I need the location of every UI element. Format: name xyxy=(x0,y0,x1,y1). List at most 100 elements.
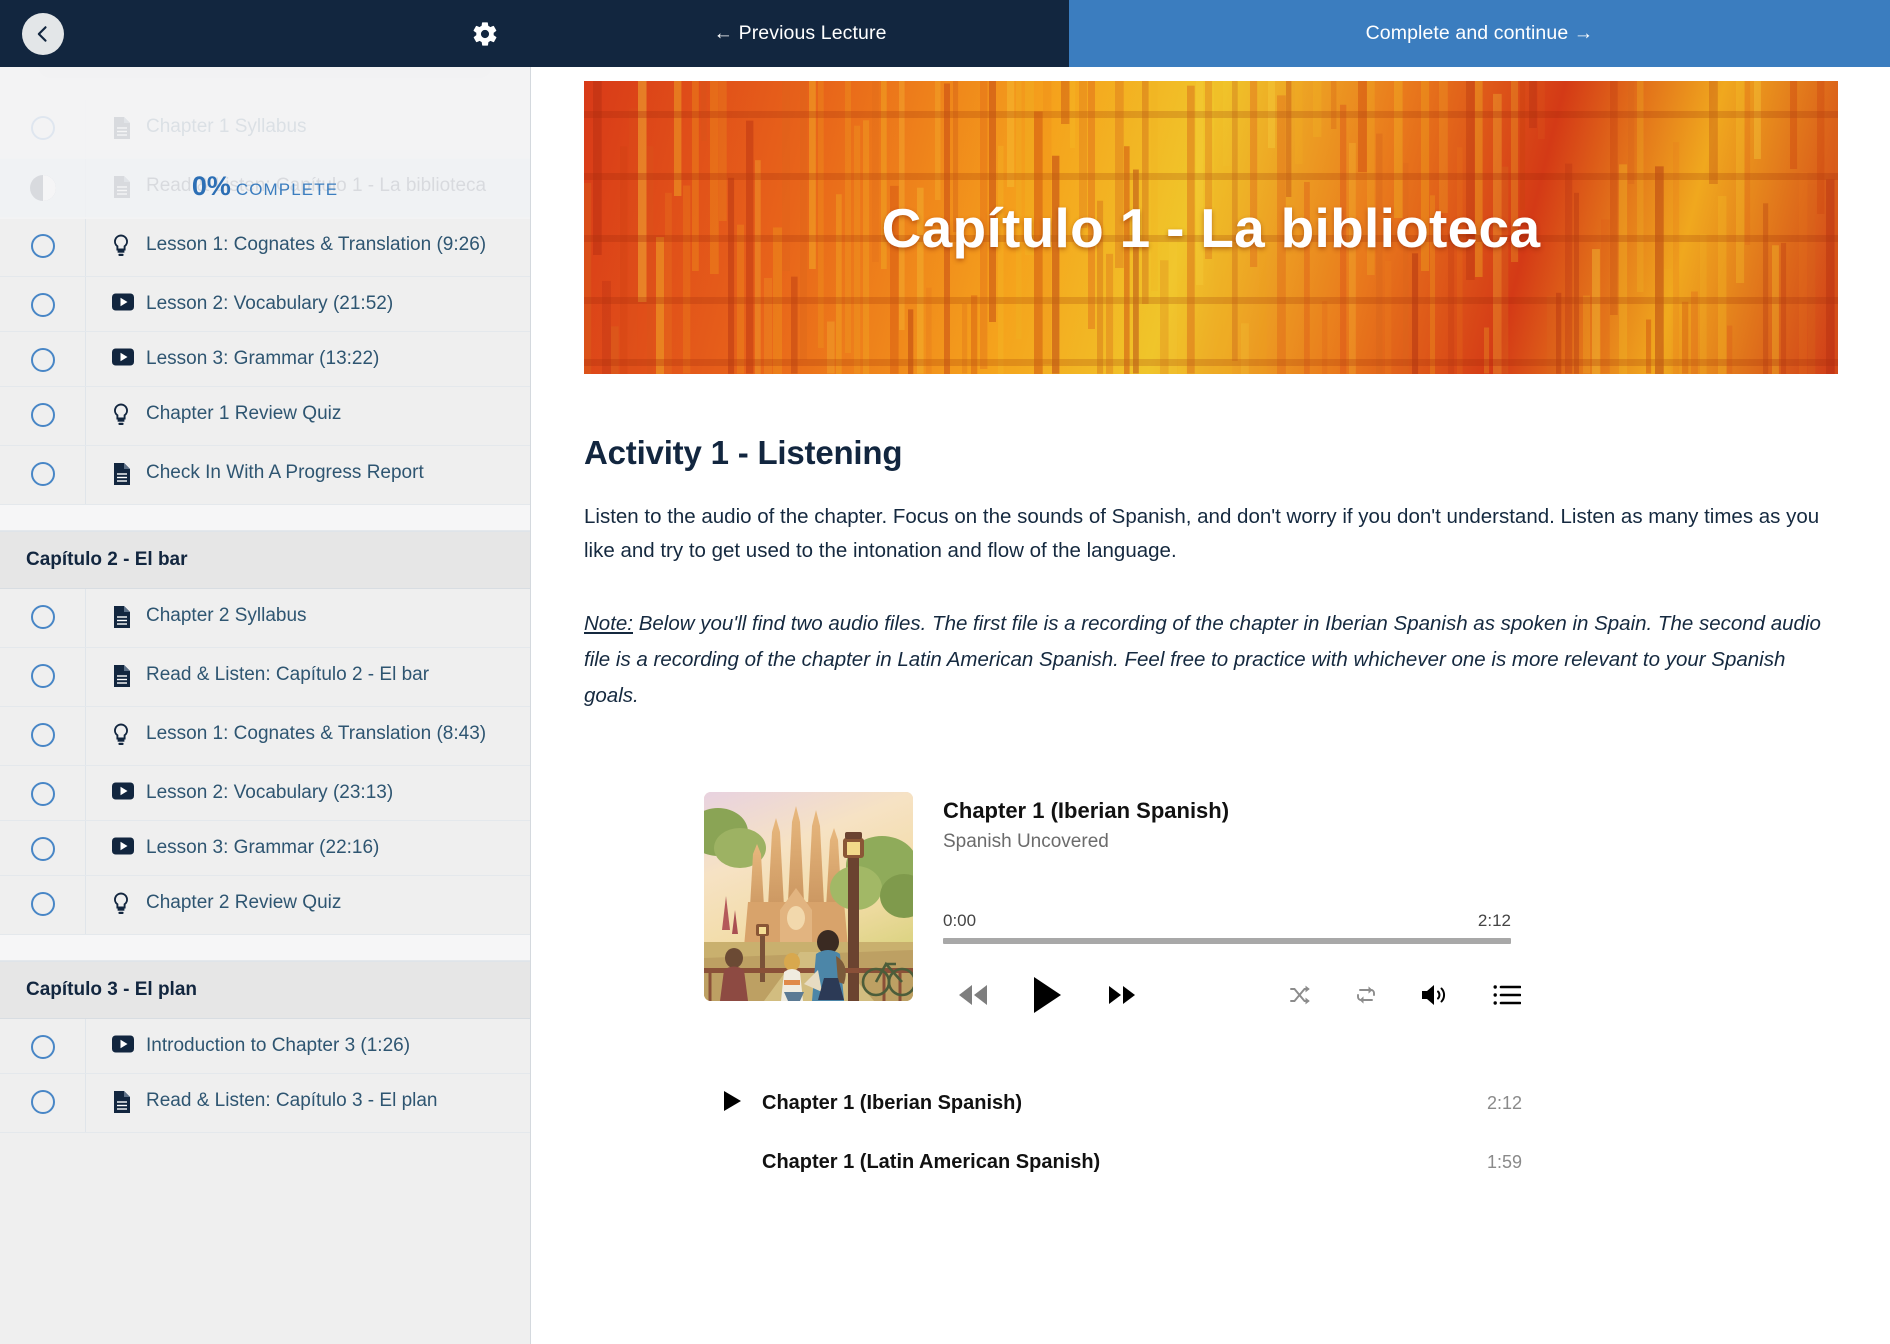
repeat-button[interactable] xyxy=(1353,983,1379,1007)
activity-note: Note: Below you'll find two audio files.… xyxy=(584,606,1838,714)
lightbulb-icon-wrap xyxy=(112,231,134,263)
previous-lecture-button[interactable]: ← Previous Lecture xyxy=(531,0,1069,67)
gear-icon[interactable] xyxy=(471,20,499,48)
sidebar-lecture-label: Read & Listen: Capítulo 1 - La bibliotec… xyxy=(146,172,486,204)
video-icon xyxy=(112,293,134,311)
top-navigation-bar: ← Previous Lecture Complete and continue… xyxy=(0,0,1890,67)
rewind-button[interactable] xyxy=(957,982,989,1008)
sidebar-lecture-item[interactable]: Lesson 2: Vocabulary (23:13) xyxy=(0,766,530,821)
sidebar-lecture-item[interactable]: Check In With A Progress Report xyxy=(0,446,530,505)
video-icon-wrap xyxy=(112,779,134,807)
lecture-status-toggle[interactable] xyxy=(0,766,86,820)
video-icon xyxy=(112,837,134,855)
sidebar-lecture-item[interactable]: Chapter 2 Review Quiz xyxy=(0,876,530,935)
sidebar-lecture-label: Lesson 2: Vocabulary (21:52) xyxy=(146,290,393,318)
sidebar-lecture-item[interactable]: Lesson 3: Grammar (22:16) xyxy=(0,821,530,876)
sidebar-lecture-label: Chapter 1 Review Quiz xyxy=(146,400,341,432)
volume-button[interactable] xyxy=(1420,982,1450,1008)
sidebar-lecture-item[interactable]: Chapter 1 Syllabus xyxy=(0,100,530,159)
document-icon xyxy=(112,664,132,688)
sidebar-lecture-item[interactable]: Introduction to Chapter 3 (1:26) xyxy=(0,1019,530,1074)
document-icon xyxy=(112,116,132,140)
sidebar-lecture-item[interactable]: Lesson 1: Cognates & Translation (9:26) xyxy=(0,218,530,277)
course-curriculum-sidebar[interactable]: Capítulo 1 - La bibliotecaChapter 1 Syll… xyxy=(0,67,531,1344)
player-artist: Spanish Uncovered xyxy=(943,831,1563,853)
sidebar-lecture-label: Lesson 3: Grammar (22:16) xyxy=(146,834,379,862)
lightbulb-icon xyxy=(112,892,130,916)
play-icon xyxy=(1032,976,1062,1014)
lecture-status-toggle[interactable] xyxy=(0,277,86,331)
incomplete-circle-icon xyxy=(31,837,55,861)
course-progress-bar xyxy=(0,67,530,100)
video-icon xyxy=(112,782,134,800)
sidebar-lecture-item[interactable]: Lesson 2: Vocabulary (21:52) xyxy=(0,277,530,332)
playlist-button[interactable] xyxy=(1493,984,1521,1006)
lecture-status-toggle[interactable] xyxy=(0,876,86,934)
sidebar-lecture-item[interactable]: Lesson 1: Cognates & Translation (8:43) xyxy=(0,707,530,766)
complete-and-continue-label: Complete and continue → xyxy=(1366,22,1594,45)
sidebar-lecture-item[interactable]: Read & Listen: Capítulo 1 - La bibliotec… xyxy=(0,159,530,218)
document-icon-wrap xyxy=(112,459,134,491)
sidebar-lecture-item[interactable]: Chapter 1 Review Quiz xyxy=(0,387,530,446)
track-name: Chapter 1 (Latin American Spanish) xyxy=(762,1151,1487,1174)
lightbulb-icon-wrap xyxy=(112,889,134,921)
shuffle-icon xyxy=(1287,983,1313,1007)
player-track-title: Chapter 1 (Iberian Spanish) xyxy=(943,798,1563,824)
lecture-status-toggle[interactable] xyxy=(0,821,86,875)
lecture-status-toggle[interactable] xyxy=(0,100,86,158)
audio-player: Chapter 1 (Iberian Spanish) Spanish Unco… xyxy=(704,792,1890,1014)
lecture-status-toggle[interactable] xyxy=(0,648,86,706)
incomplete-circle-icon xyxy=(31,723,55,747)
sidebar-scroll-area: Capítulo 1 - La bibliotecaChapter 1 Syll… xyxy=(0,67,530,1133)
repeat-icon xyxy=(1353,983,1379,1007)
track-play-indicator[interactable] xyxy=(722,1089,762,1118)
lecture-status-toggle[interactable] xyxy=(0,707,86,765)
lecture-status-toggle[interactable] xyxy=(0,159,86,217)
complete-and-continue-button[interactable]: Complete and continue → xyxy=(1069,0,1890,67)
sidebar-lecture-item[interactable]: Lesson 3: Grammar (13:22) xyxy=(0,332,530,387)
track-list-item[interactable]: Chapter 1 (Latin American Spanish)1:59 xyxy=(722,1133,1522,1192)
lightbulb-icon xyxy=(112,723,130,747)
lecture-status-toggle[interactable] xyxy=(0,387,86,445)
sidebar-lecture-item[interactable]: Read & Listen: Capítulo 3 - El plan xyxy=(0,1074,530,1133)
lecture-status-toggle[interactable] xyxy=(0,1074,86,1132)
lecture-status-toggle[interactable] xyxy=(0,589,86,647)
lecture-status-toggle[interactable] xyxy=(0,446,86,504)
track-list-item[interactable]: Chapter 1 (Iberian Spanish)2:12 xyxy=(722,1074,1522,1133)
sidebar-lecture-label: Read & Listen: Capítulo 2 - El bar xyxy=(146,661,429,693)
lecture-status-toggle[interactable] xyxy=(0,1019,86,1073)
fast-forward-button[interactable] xyxy=(1107,982,1139,1008)
volume-icon xyxy=(1420,982,1450,1008)
progress-half-icon xyxy=(30,175,56,201)
lightbulb-icon xyxy=(112,403,130,427)
album-artwork xyxy=(704,792,913,1001)
video-icon xyxy=(112,348,134,366)
track-duration: 1:59 xyxy=(1487,1152,1522,1173)
document-icon-wrap xyxy=(112,661,134,693)
sidebar-lecture-label: Lesson 1: Cognates & Translation (9:26) xyxy=(146,231,486,263)
sidebar-lecture-label: Chapter 1 Syllabus xyxy=(146,113,307,145)
sidebar-section-gap xyxy=(0,505,530,531)
back-button[interactable] xyxy=(22,13,64,55)
lecture-body: Activity 1 - Listening Listen to the aud… xyxy=(532,374,1890,714)
sidebar-lecture-item[interactable]: Chapter 2 Syllabus xyxy=(0,589,530,648)
sidebar-lecture-label: Check In With A Progress Report xyxy=(146,459,424,491)
document-icon xyxy=(112,1090,132,1114)
sidebar-lecture-label: Introduction to Chapter 3 (1:26) xyxy=(146,1032,410,1060)
sidebar-lecture-label: Lesson 1: Cognates & Translation (8:43) xyxy=(146,720,486,752)
sidebar-section-header: Capítulo 2 - El bar xyxy=(0,531,530,589)
video-icon-wrap xyxy=(112,1032,134,1060)
seek-bar[interactable] xyxy=(943,938,1511,944)
rewind-icon xyxy=(957,982,989,1008)
lecture-status-toggle[interactable] xyxy=(0,332,86,386)
sidebar-lecture-item[interactable]: Read & Listen: Capítulo 2 - El bar xyxy=(0,648,530,707)
shuffle-button[interactable] xyxy=(1287,983,1313,1007)
video-icon-wrap xyxy=(112,345,134,373)
chevron-left-icon xyxy=(33,24,53,44)
video-icon xyxy=(112,1035,134,1053)
lecture-status-toggle[interactable] xyxy=(0,218,86,276)
incomplete-circle-icon xyxy=(31,664,55,688)
incomplete-circle-icon xyxy=(31,348,55,372)
incomplete-circle-icon xyxy=(31,892,55,916)
play-button[interactable] xyxy=(1032,976,1062,1014)
